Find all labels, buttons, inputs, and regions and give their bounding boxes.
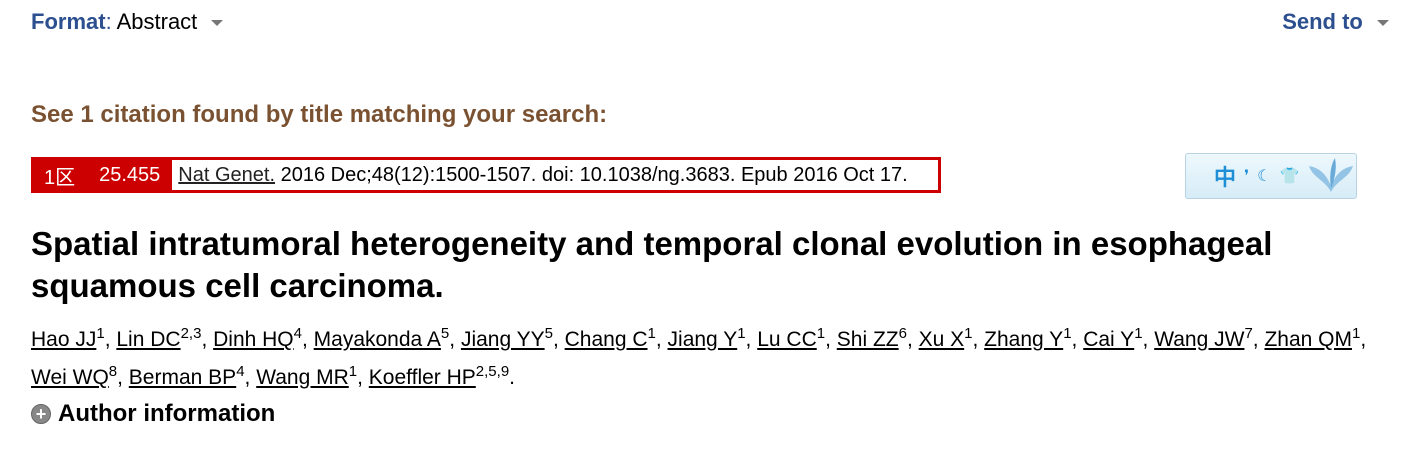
- author-link[interactable]: Zhang Y: [984, 328, 1063, 351]
- author-affiliation-number: 1: [964, 325, 973, 342]
- author-link[interactable]: Lu CC: [757, 328, 817, 351]
- author-link[interactable]: Hao JJ: [31, 328, 96, 351]
- author-link[interactable]: Chang C: [565, 328, 648, 351]
- author-link[interactable]: Zhan QM: [1264, 328, 1352, 351]
- author-affiliation-number: 1: [816, 325, 826, 342]
- author-affiliation-number: 6: [898, 325, 907, 342]
- article-title: Spatial intratumoral heterogeneity and t…: [31, 225, 1273, 304]
- send-to-menu[interactable]: Send to: [1282, 9, 1389, 35]
- author-entry: Dinh HQ4: [213, 325, 302, 351]
- author-entry: Chang C1: [565, 325, 656, 351]
- author-link[interactable]: Wang MR: [256, 366, 349, 389]
- author-link[interactable]: Mayakonda A: [314, 328, 441, 351]
- chinese-char-icon: 中: [1214, 165, 1237, 190]
- author-entry: Wei WQ8: [31, 363, 118, 389]
- author-entry: Wang MR1: [256, 363, 358, 389]
- translate-widget[interactable]: 中 ❜ ☾ 👕: [1185, 153, 1357, 199]
- citation-box: 1区 25.455 Nat Genet. 2016 Dec;48(12):150…: [31, 157, 941, 193]
- expand-plus-icon: +: [31, 404, 51, 424]
- author-affiliation-number: 1: [737, 325, 746, 342]
- author-affiliation-number: 2,5,9: [475, 363, 510, 380]
- shirt-icon: 👕: [1279, 168, 1300, 185]
- author-link[interactable]: Shi ZZ: [837, 328, 899, 351]
- author-entry: Jiang YY5: [461, 325, 553, 351]
- author-link[interactable]: Dinh HQ: [213, 328, 294, 351]
- author-entry: Hao JJ1: [31, 325, 105, 351]
- author-link[interactable]: Xu X: [919, 328, 965, 351]
- author-affiliation-number: 1: [1134, 325, 1143, 342]
- author-affiliation-number: 1: [96, 325, 105, 342]
- author-entry: Zhang Y1: [984, 325, 1072, 351]
- author-list: Hao JJ1, Lin DC2,3, Dinh HQ4, Mayakonda …: [31, 325, 1367, 389]
- journal-zone-badge: 1区: [34, 160, 90, 190]
- author-entry: Lu CC1: [757, 325, 826, 351]
- author-affiliation-number: 5: [440, 325, 450, 342]
- author-entry: Koeffler HP2,5,9: [369, 363, 510, 389]
- citation-details: 2016 Dec;48(12):1500-1507. doi: 10.1038/…: [280, 163, 908, 186]
- author-link[interactable]: Berman BP: [129, 366, 236, 389]
- format-selector[interactable]: Format: Abstract: [31, 9, 224, 35]
- author-link[interactable]: Koeffler HP: [369, 366, 476, 389]
- author-affiliation-number: 4: [236, 363, 245, 380]
- author-link[interactable]: Cai Y: [1083, 328, 1134, 351]
- author-affiliation-number: 4: [293, 325, 302, 342]
- author-affiliation-number: 7: [1244, 325, 1253, 342]
- format-label: Format: [31, 9, 106, 34]
- author-link[interactable]: Jiang YY: [461, 328, 545, 351]
- author-link[interactable]: Jiang Y: [668, 328, 738, 351]
- impact-factor-badge: 25.455: [89, 160, 173, 190]
- journal-link[interactable]: Nat Genet.: [178, 164, 275, 186]
- author-link[interactable]: Wei WQ: [31, 366, 109, 389]
- author-entry: Zhan QM1: [1264, 325, 1361, 351]
- send-to-label: Send to: [1282, 9, 1363, 34]
- author-entry: Wang JW7: [1154, 325, 1253, 351]
- caret-down-icon: [211, 20, 224, 27]
- author-entry: Shi ZZ6: [837, 325, 907, 351]
- moon-icon: ☾: [1257, 168, 1272, 185]
- author-entry: Berman BP4: [129, 363, 245, 389]
- author-affiliation-number: 2,3: [180, 325, 202, 342]
- author-entry: Cai Y1: [1083, 325, 1143, 351]
- comma-icon: ❜: [1244, 168, 1250, 185]
- author-affiliation-number: 1: [1063, 325, 1072, 342]
- author-information-toggle[interactable]: + Author information: [31, 400, 275, 428]
- author-entry: Xu X1: [919, 325, 973, 351]
- format-value: Abstract: [116, 9, 198, 34]
- caret-down-icon: [1377, 20, 1389, 27]
- author-link[interactable]: Wang JW: [1154, 328, 1244, 351]
- author-affiliation-number: 1: [647, 325, 656, 342]
- author-entry: Jiang Y1: [668, 325, 746, 351]
- butterfly-icon: [1309, 158, 1354, 192]
- author-link[interactable]: Lin DC: [116, 328, 180, 351]
- author-entry: Lin DC2,3: [116, 325, 202, 351]
- author-affiliation-number: 8: [108, 363, 118, 380]
- author-affiliation-number: 1: [348, 363, 358, 380]
- author-affiliation-number: 5: [544, 325, 553, 342]
- author-entry: Mayakonda A5: [314, 325, 450, 351]
- search-notice: See 1 citation found by title matching y…: [31, 101, 608, 128]
- author-information-label: Author information: [58, 400, 276, 427]
- author-affiliation-number: 1: [1351, 325, 1361, 342]
